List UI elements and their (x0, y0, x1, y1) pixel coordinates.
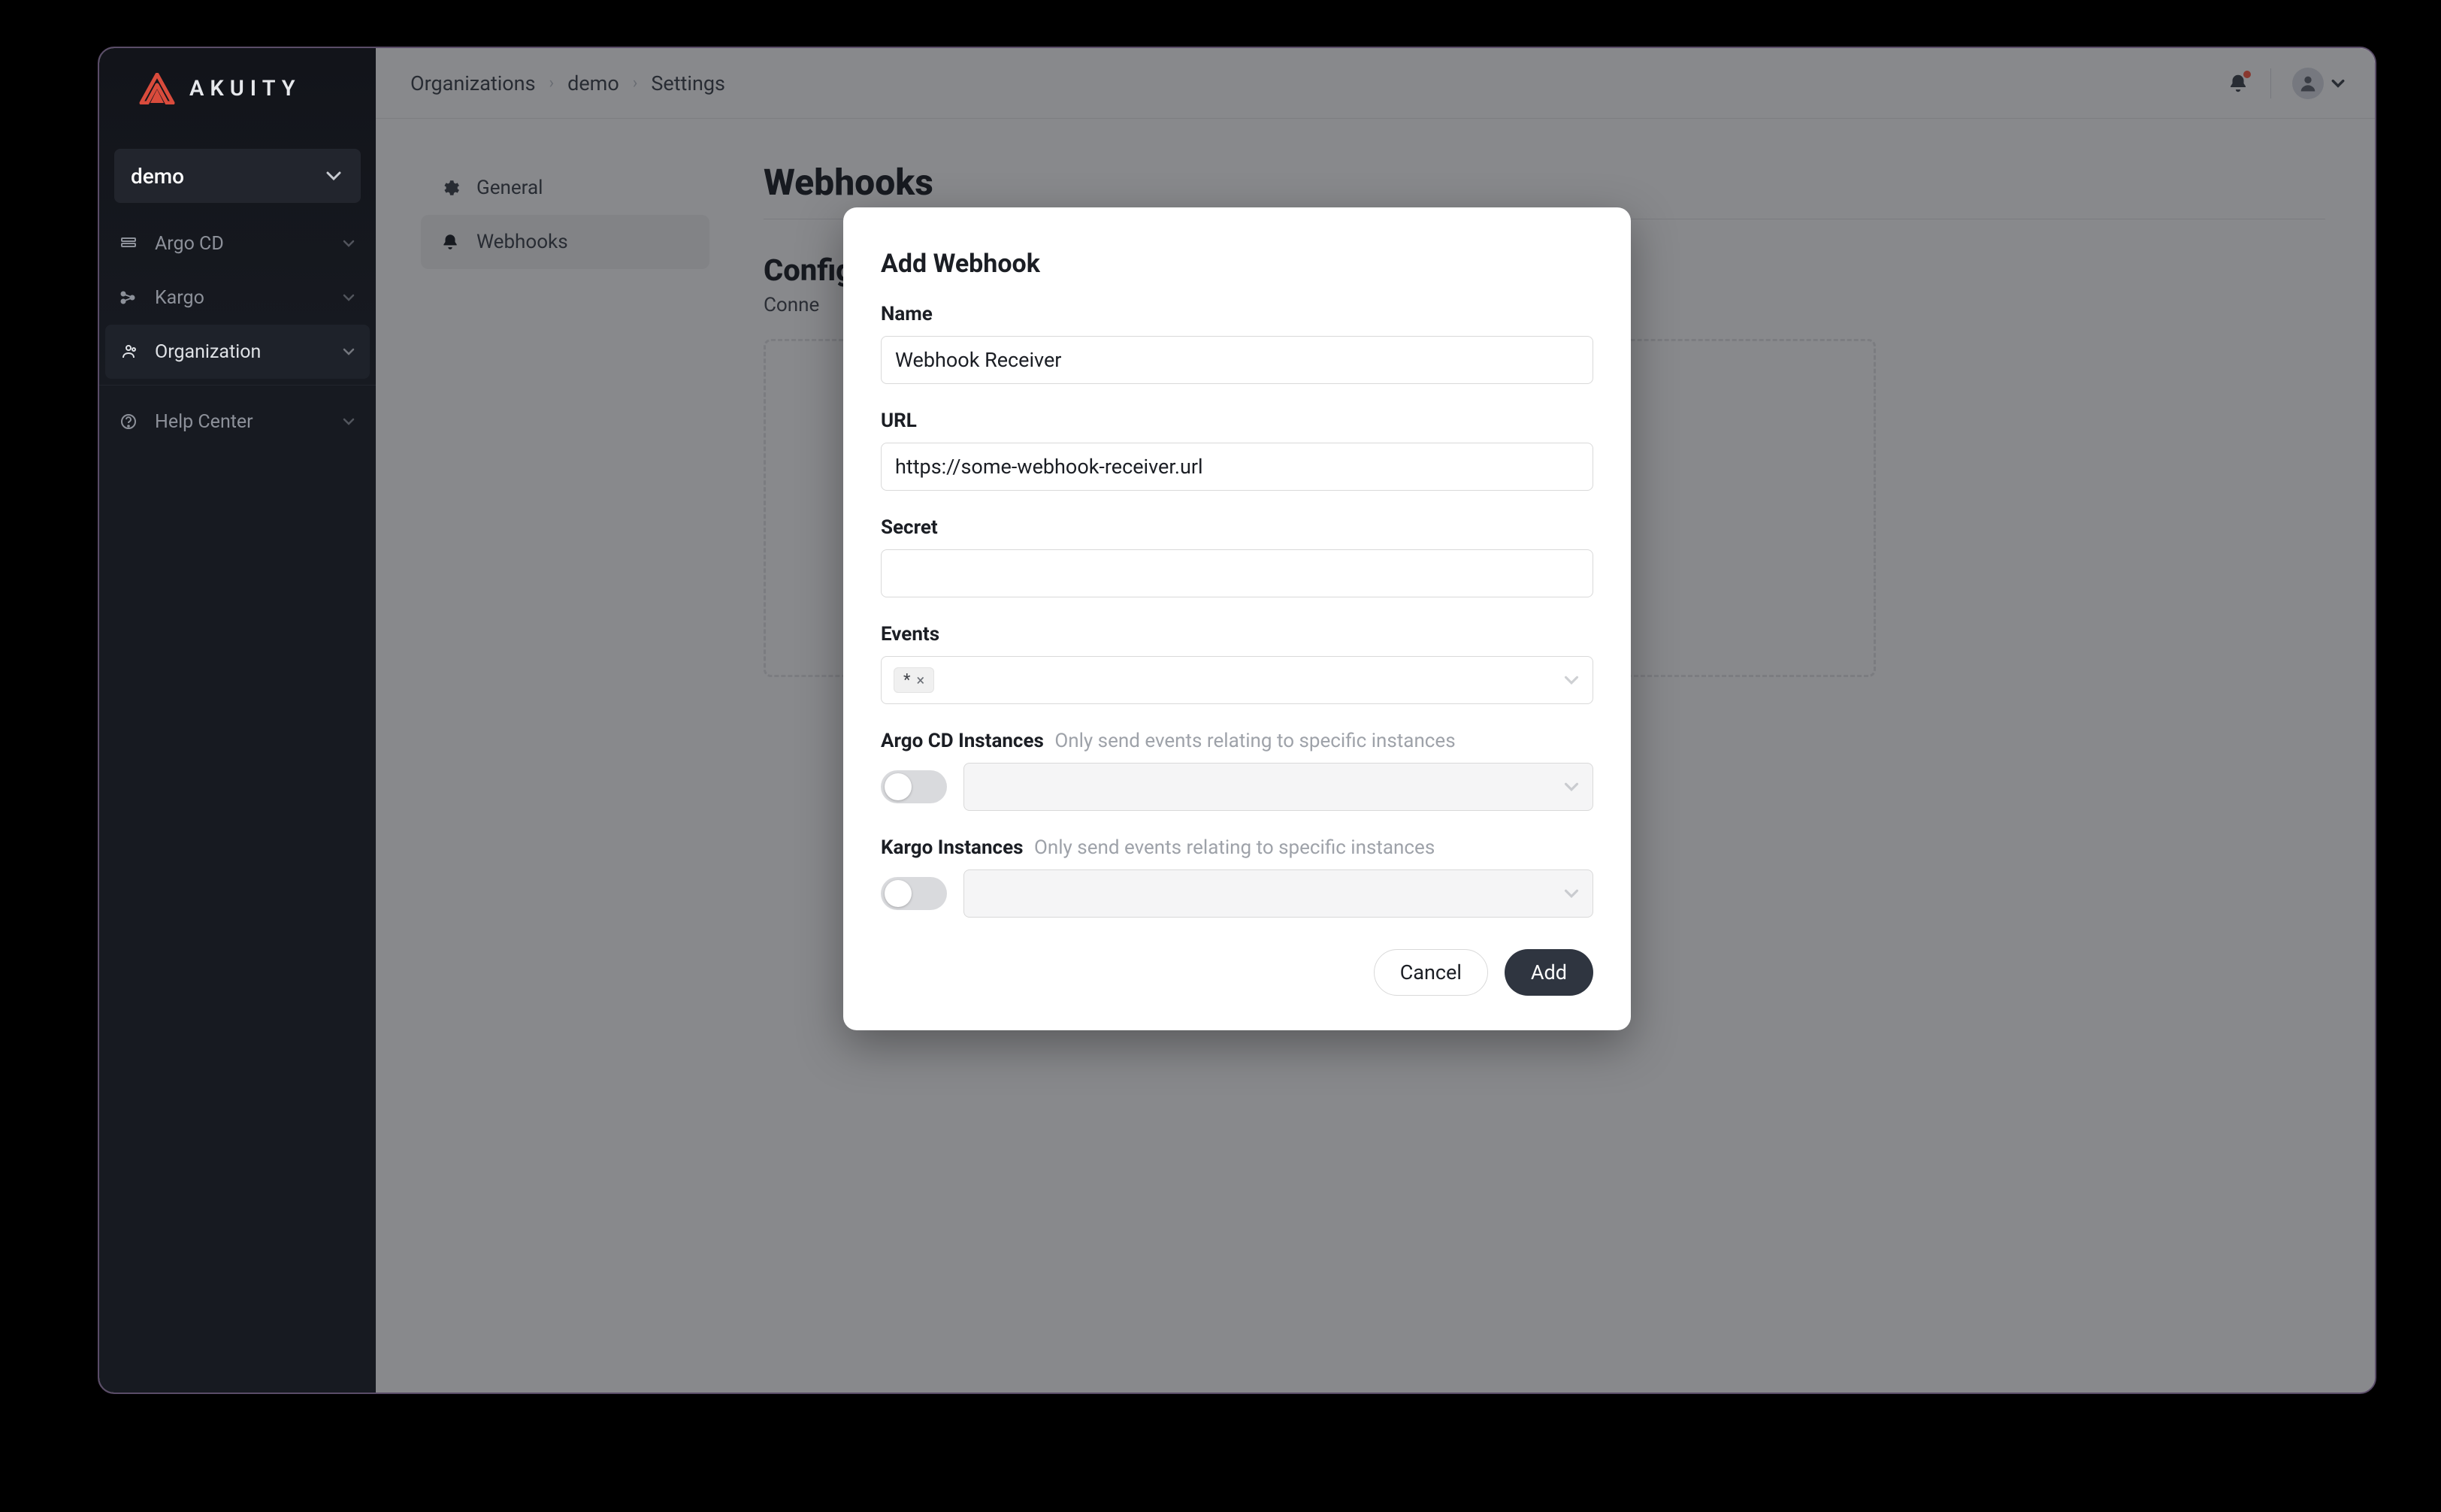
chevron-down-icon (343, 293, 355, 302)
share-nodes-icon (119, 288, 138, 307)
kargo-instances-hint: Only send events relating to specific in… (1034, 836, 1435, 859)
toggle-knob (885, 880, 912, 907)
chevron-down-icon (343, 417, 355, 426)
sidebar-item-label: Organization (155, 341, 343, 363)
name-label: Name (881, 303, 1593, 325)
brand-name: AKUITY (189, 76, 301, 101)
sidebar-item-label: Help Center (155, 411, 343, 433)
close-icon[interactable]: × (916, 671, 924, 689)
org-selector[interactable]: demo (114, 149, 361, 203)
sidebar-item-organization[interactable]: Organization (105, 325, 370, 379)
chevron-down-icon (343, 239, 355, 248)
kargo-instances-toggle[interactable] (881, 877, 947, 910)
kargo-instances-label: Kargo Instances Only send events relatin… (881, 836, 1593, 859)
argo-instances-toggle[interactable] (881, 770, 947, 803)
events-label: Events (881, 623, 1593, 646)
sidebar-item-kargo[interactable]: Kargo (105, 271, 370, 325)
sidebar-item-argocd[interactable]: Argo CD (105, 216, 370, 271)
brand-logo: AKUITY (99, 48, 376, 129)
org-icon (119, 342, 138, 361)
sidebar-item-label: Kargo (155, 287, 343, 309)
modal-actions: Cancel Add (881, 949, 1593, 996)
chevron-down-icon (1564, 675, 1579, 686)
org-selector-label: demo (131, 164, 184, 189)
nav-group-primary: Argo CD Kargo Organization (99, 216, 376, 379)
events-tag-value: * (903, 671, 910, 690)
add-button[interactable]: Add (1505, 949, 1593, 996)
sidebar-item-help-center[interactable]: Help Center (105, 395, 370, 449)
toggle-knob (885, 773, 912, 800)
argo-instances-label-text: Argo CD Instances (881, 730, 1044, 752)
add-webhook-modal: Add Webhook Name URL Secret Events * × (843, 207, 1631, 1030)
argo-instances-select[interactable] (963, 763, 1593, 811)
url-input[interactable] (881, 443, 1593, 491)
kargo-instances-select[interactable] (963, 869, 1593, 918)
secret-label: Secret (881, 516, 1593, 539)
argo-instances-label: Argo CD Instances Only send events relat… (881, 730, 1593, 752)
events-select[interactable]: * × (881, 656, 1593, 704)
help-icon (119, 412, 138, 431)
secret-input[interactable] (881, 549, 1593, 597)
layers-icon (119, 234, 138, 253)
app-window: AKUITY demo Argo CD Kargo (98, 47, 2376, 1394)
argo-instances-hint: Only send events relating to specific in… (1054, 730, 1455, 752)
kargo-instances-label-text: Kargo Instances (881, 836, 1023, 859)
events-tag[interactable]: * × (894, 667, 934, 693)
chevron-down-icon (1564, 782, 1579, 793)
chevron-down-icon (343, 347, 355, 356)
cancel-button[interactable]: Cancel (1374, 949, 1488, 996)
sidebar-item-label: Argo CD (155, 233, 343, 255)
modal-title: Add Webhook (881, 249, 1593, 279)
url-label: URL (881, 410, 1593, 432)
chevron-down-icon (326, 171, 341, 181)
sidebar: AKUITY demo Argo CD Kargo (99, 48, 376, 1393)
divider (99, 385, 376, 386)
logo-mark-icon (138, 73, 176, 104)
chevron-down-icon (1564, 888, 1579, 900)
name-input[interactable] (881, 336, 1593, 384)
